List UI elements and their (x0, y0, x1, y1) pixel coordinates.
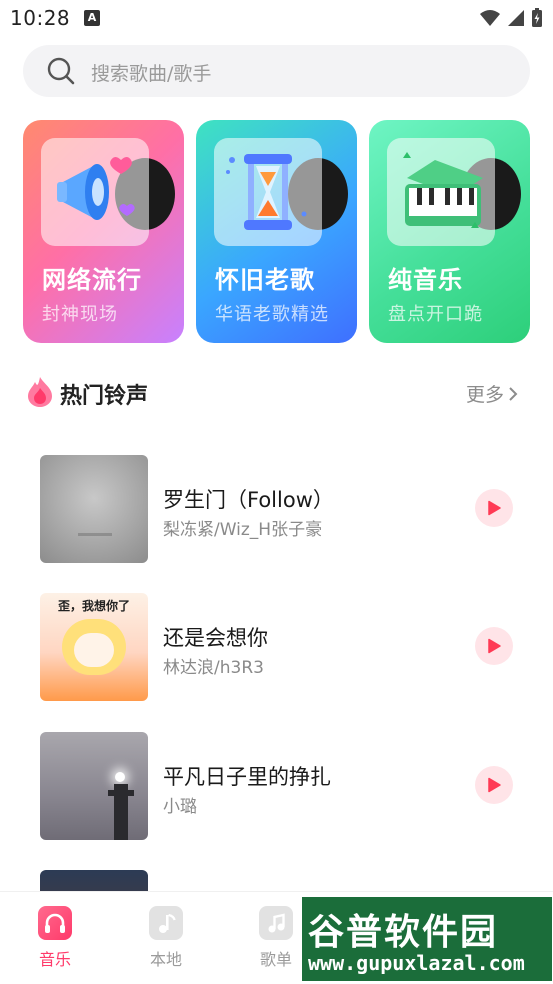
category-subtitle: 盘点开口跪 (388, 304, 483, 325)
song-artist: 林达浪/h3R3 (163, 658, 264, 678)
category-subtitle: 封神现场 (42, 304, 118, 325)
nav-label: 本地 (149, 950, 182, 969)
song-title: 罗生门（Follow） (163, 488, 334, 512)
status-icons (479, 8, 543, 28)
category-title: 网络流行 (42, 266, 142, 294)
play-icon (488, 777, 501, 793)
song-cover: 歪，我想你了 (40, 593, 148, 701)
nav-tab-playlist[interactable]: 歌单 (246, 906, 306, 970)
play-icon (488, 638, 501, 654)
nav-label: 音乐 (38, 950, 71, 969)
nav-tab-music[interactable]: 音乐 (25, 906, 85, 970)
notification-a-icon: A (84, 10, 100, 26)
more-label: 更多 (466, 384, 505, 406)
nav-label: 歌单 (259, 950, 292, 969)
status-time: 10:28 (10, 6, 71, 30)
wifi-icon (480, 10, 500, 26)
playlist-icon (259, 906, 293, 940)
hourglass-icon (226, 154, 307, 230)
signal-icon (508, 10, 524, 26)
song-cover (40, 455, 148, 563)
piano-icon (403, 152, 483, 228)
headphones-icon (38, 906, 72, 940)
music-note-icon (149, 906, 183, 940)
song-item[interactable]: 歪，我想你了 还是会想你 林达浪/h3R3 (40, 593, 520, 701)
search-icon (47, 57, 75, 85)
play-icon (488, 500, 501, 516)
battery-charging-icon (532, 8, 542, 27)
category-card-instrumental[interactable]: 纯音乐 盘点开口跪 (369, 120, 530, 343)
play-button[interactable] (475, 489, 513, 527)
category-card-popular[interactable]: 网络流行 封神现场 (23, 120, 184, 343)
watermark-url: www.gupuxlazal.com (308, 951, 525, 975)
more-link[interactable]: 更多 (466, 380, 518, 407)
search-bar[interactable]: 搜索歌曲/歌手 (23, 45, 530, 97)
fire-icon (28, 377, 52, 407)
song-artist: 小璐 (163, 797, 197, 817)
watermark-title: 谷普软件园 (308, 912, 499, 953)
search-placeholder: 搜索歌曲/歌手 (91, 63, 212, 85)
song-title: 平凡日子里的挣扎 (163, 765, 331, 789)
song-item[interactable]: 罗生门（Follow） 梨冻紧/Wiz_H张子豪 (40, 455, 520, 563)
section-title: 热门铃声 (60, 384, 149, 409)
category-card-oldies[interactable]: 怀旧老歌 华语老歌精选 (196, 120, 357, 343)
song-item[interactable]: 平凡日子里的挣扎 小璐 (40, 732, 520, 840)
song-cover (40, 732, 148, 840)
cover-caption: 歪，我想你了 (57, 599, 130, 613)
chevron-right-icon (509, 386, 518, 401)
category-subtitle: 华语老歌精选 (215, 304, 329, 325)
song-artist: 梨冻紧/Wiz_H张子豪 (163, 520, 323, 540)
category-title: 纯音乐 (388, 266, 463, 294)
song-title: 还是会想你 (163, 626, 268, 650)
status-bar: 10:28 A (0, 0, 553, 38)
nav-tab-local[interactable]: 本地 (136, 906, 196, 970)
app-screen: 10:28 A 搜索歌曲/歌手 网络流行 封神现场 怀旧老歌 华语老歌精选 纯音… (0, 0, 553, 984)
play-button[interactable] (475, 766, 513, 804)
watermark: 谷普软件园 www.gupuxlazal.com (302, 897, 552, 981)
category-title: 怀旧老歌 (215, 266, 315, 294)
megaphone-icon (57, 157, 135, 220)
play-button[interactable] (475, 627, 513, 665)
